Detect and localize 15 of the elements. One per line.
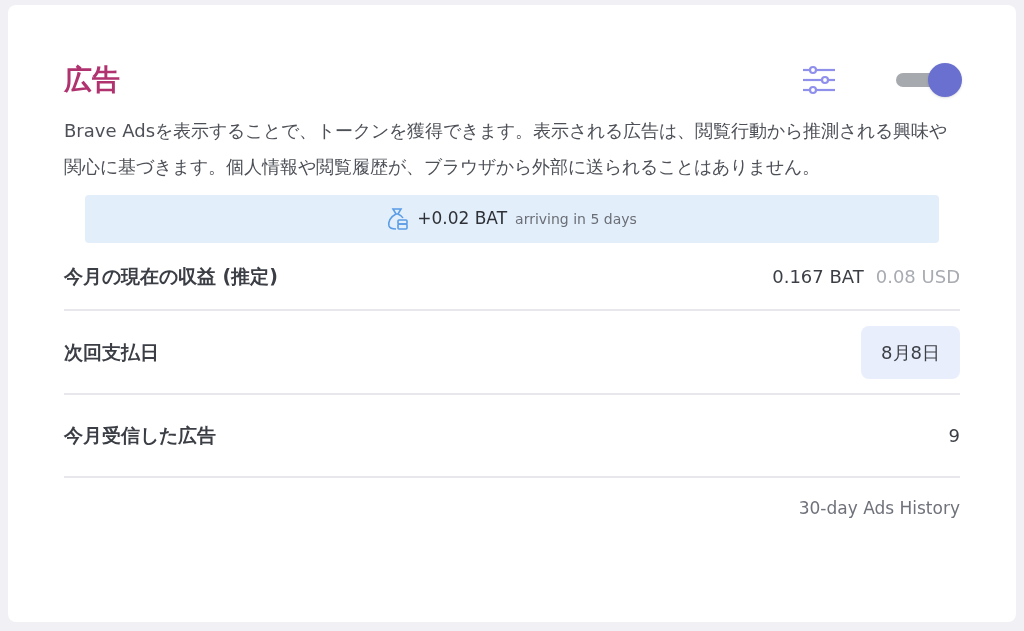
section-title: 広告 [64, 62, 120, 98]
ads-toggle[interactable] [896, 63, 962, 97]
history-link[interactable]: 30-day Ads History [798, 496, 960, 522]
row-label: 次回支払日 [64, 339, 159, 365]
earnings-value: 0.167 BAT [772, 264, 864, 289]
money-bag-icon [387, 207, 410, 231]
ads-count: 9 [948, 424, 960, 448]
payment-date: 8月8日 [861, 325, 960, 379]
row-label: 今月受信した広告 [64, 423, 216, 449]
pending-amount: +0.02 BAT [417, 207, 508, 231]
usd-value: 0.08 USD [875, 264, 960, 289]
arrival-note: arriving in 5 days [515, 209, 637, 229]
row-label: 今月の現在の収益 (推定) [64, 263, 278, 289]
settings-icon[interactable] [802, 65, 836, 95]
description: Brave Adsを表示することで、トークンを獲得できます。表示される広告は、閲覧行動から推測される興味や関心に基づきます。個人情報や閲覧履歴が、ブラウザから外部に送られることはありません。 [64, 119, 949, 179]
